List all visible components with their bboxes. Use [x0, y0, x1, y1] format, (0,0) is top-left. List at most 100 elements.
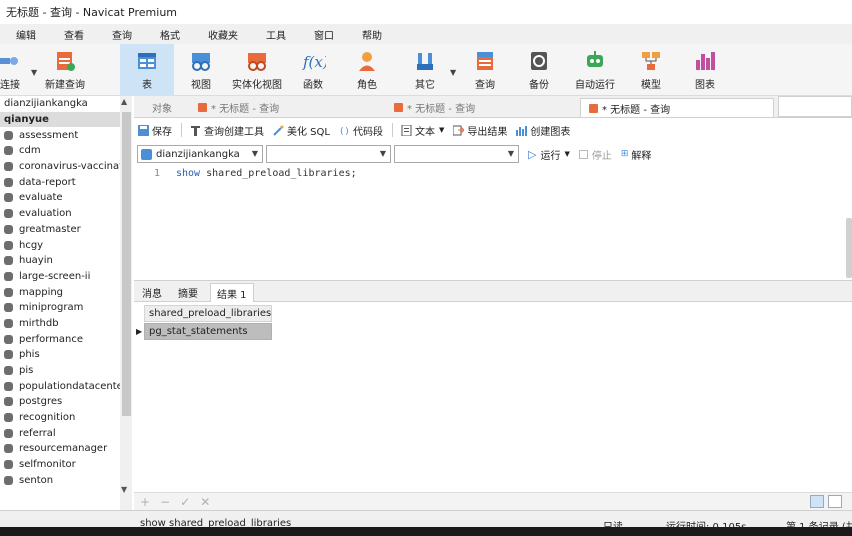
- menu-favorites[interactable]: 收藏夹: [208, 27, 238, 42]
- tab-query-2[interactable]: * 无标题 - 查询: [386, 98, 580, 117]
- database-icon: [4, 366, 13, 376]
- tab-summary[interactable]: 摘要: [172, 283, 204, 302]
- function-button[interactable]: f(x) 函数: [298, 44, 329, 96]
- tab-search-box[interactable]: [778, 96, 852, 117]
- discard-changes-button[interactable]: ✕: [200, 495, 210, 509]
- scroll-up-icon[interactable]: ▲: [121, 97, 127, 106]
- apply-changes-button[interactable]: ✓: [180, 495, 190, 509]
- menu-query[interactable]: 查询: [112, 27, 132, 42]
- menu-help[interactable]: 帮助: [362, 27, 382, 42]
- backup-button[interactable]: 备份: [524, 44, 554, 96]
- create-chart-button[interactable]: 创建图表: [516, 123, 570, 138]
- connection-tree: dianzijiankangka qianyue assessment cdm co…: [0, 96, 132, 510]
- materialized-view-button[interactable]: 实体化视图: [230, 44, 284, 96]
- database-node[interactable]: pis: [0, 363, 131, 379]
- database-label: data-report: [19, 176, 76, 188]
- database-node[interactable]: resourcemanager: [0, 441, 131, 457]
- query-builder-button[interactable]: 查询创建工具: [190, 123, 264, 138]
- database-node[interactable]: cdm: [0, 143, 131, 159]
- database-node[interactable]: hcgy: [0, 237, 131, 253]
- column-header[interactable]: shared_preload_libraries: [144, 305, 272, 322]
- connect-button[interactable]: 连接: [0, 44, 20, 96]
- run-button[interactable]: ▷ 运行 ▼: [528, 147, 570, 162]
- database-node-selected[interactable]: qianyue: [0, 111, 131, 128]
- database-icon: [4, 460, 13, 470]
- database-node[interactable]: mapping: [0, 284, 131, 300]
- elephant-icon: [141, 148, 152, 160]
- other-dropdown-caret[interactable]: ▼: [450, 68, 456, 77]
- tab-objects[interactable]: 对象: [144, 98, 194, 117]
- database-node[interactable]: evaluation: [0, 206, 131, 222]
- add-record-button[interactable]: +: [140, 495, 150, 509]
- database-label: phis: [19, 349, 40, 361]
- menu-edit[interactable]: 编辑: [16, 27, 36, 42]
- connection-select[interactable]: dianzijiankangka ▼: [137, 145, 263, 163]
- sql-code-line[interactable]: show shared_preload_libraries;: [176, 168, 357, 179]
- text-button[interactable]: 文本 ▼: [401, 123, 444, 138]
- table-button[interactable]: 表: [120, 44, 174, 96]
- database-icon: [4, 428, 13, 438]
- code-snippet-icon: (): [339, 125, 350, 137]
- run-dropdown-caret[interactable]: ▼: [564, 150, 569, 158]
- stop-button[interactable]: 停止: [578, 147, 612, 162]
- schema-select[interactable]: ▼: [394, 145, 519, 163]
- window-bottom-edge: [0, 527, 852, 536]
- database-label: evaluation: [19, 208, 72, 220]
- beautify-sql-button[interactable]: 美化 SQL: [273, 123, 330, 138]
- menu-tools[interactable]: 工具: [266, 27, 286, 42]
- table-row[interactable]: pg_stat_statements: [144, 323, 272, 340]
- tab-messages[interactable]: 消息: [136, 283, 168, 302]
- menu-window[interactable]: 窗口: [314, 27, 334, 42]
- database-select[interactable]: ▼: [266, 145, 391, 163]
- database-label: resourcemanager: [19, 443, 108, 455]
- tab-query-1[interactable]: * 无标题 - 查询: [190, 98, 384, 117]
- window-scrollbar[interactable]: [846, 218, 852, 278]
- model-button[interactable]: 模型: [636, 44, 666, 96]
- text-dropdown-caret[interactable]: ▼: [439, 126, 444, 134]
- database-node[interactable]: large-screen-ii: [0, 269, 131, 285]
- database-node[interactable]: recognition: [0, 410, 131, 426]
- new-query-button[interactable]: 新建查询: [42, 44, 88, 96]
- database-node[interactable]: assessment: [0, 127, 131, 143]
- database-label: selfmonitor: [19, 459, 76, 471]
- code-snippet-button[interactable]: () 代码段: [339, 123, 383, 138]
- database-label: populationdatacenter: [19, 380, 127, 392]
- menu-view[interactable]: 查看: [64, 27, 84, 42]
- sql-editor[interactable]: 1 show shared_preload_libraries;: [134, 165, 852, 279]
- delete-record-button[interactable]: −: [160, 495, 170, 509]
- explain-button[interactable]: ⊞ 解释: [621, 147, 652, 162]
- grid-view-icon[interactable]: [810, 495, 824, 508]
- role-button[interactable]: 角色: [352, 44, 382, 96]
- database-node[interactable]: postgres: [0, 394, 131, 410]
- database-node[interactable]: huayin: [0, 253, 131, 269]
- chart-icon: [694, 50, 716, 72]
- tab-result-1[interactable]: 结果 1: [210, 283, 254, 302]
- database-icon: [4, 256, 13, 266]
- menu-format[interactable]: 格式: [160, 27, 180, 42]
- connect-dropdown-caret[interactable]: ▼: [31, 68, 37, 77]
- connection-node[interactable]: dianzijiankangka: [0, 96, 131, 112]
- other-button[interactable]: 其它: [410, 44, 440, 96]
- database-node[interactable]: performance: [0, 331, 131, 347]
- database-node[interactable]: evaluate: [0, 190, 131, 206]
- save-button[interactable]: 保存: [138, 123, 172, 138]
- chart-button[interactable]: 图表: [690, 44, 720, 96]
- database-node[interactable]: populationdatacenter: [0, 378, 131, 394]
- database-node[interactable]: phis: [0, 347, 131, 363]
- tab-query-3[interactable]: * 无标题 - 查询: [580, 98, 774, 117]
- query-button[interactable]: 查询: [470, 44, 500, 96]
- sidebar-scrollbar-thumb[interactable]: [122, 112, 131, 416]
- database-node[interactable]: coronavirus-vaccination: [0, 159, 131, 175]
- scroll-down-icon[interactable]: ▼: [121, 485, 127, 494]
- export-results-button[interactable]: 导出结果: [452, 123, 507, 138]
- form-view-icon[interactable]: [828, 495, 842, 508]
- database-node[interactable]: data-report: [0, 174, 131, 190]
- database-node[interactable]: miniprogram: [0, 300, 131, 316]
- auto-run-button[interactable]: 自动运行: [574, 44, 616, 96]
- database-node[interactable]: referral: [0, 425, 131, 441]
- database-node[interactable]: mirthdb: [0, 316, 131, 332]
- view-button[interactable]: 视图: [186, 44, 216, 96]
- database-node[interactable]: selfmonitor: [0, 457, 131, 473]
- database-node[interactable]: greatmaster: [0, 222, 131, 238]
- database-node[interactable]: senton: [0, 473, 131, 489]
